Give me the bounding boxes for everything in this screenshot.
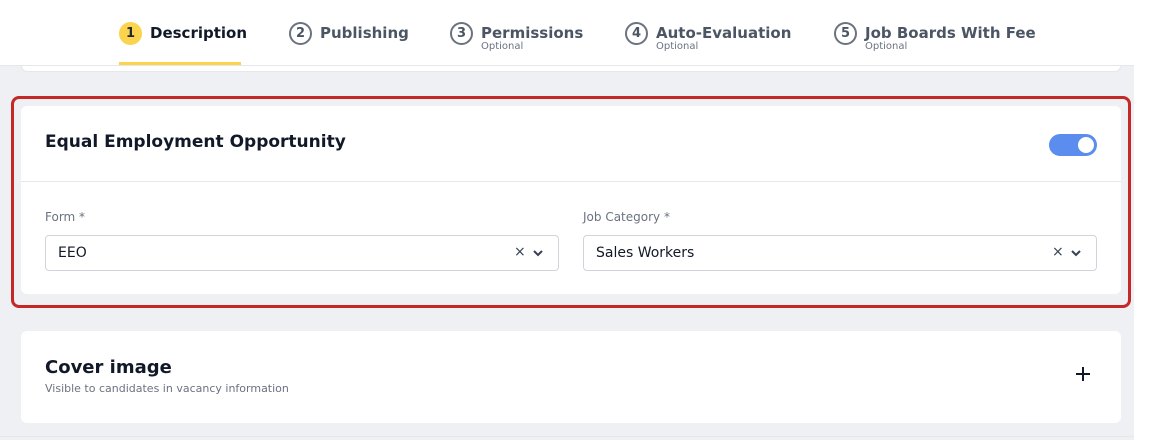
step-number: 1 — [119, 22, 142, 45]
step-permissions[interactable]: 3 Permissions Optional — [450, 22, 583, 52]
divider — [0, 436, 1134, 437]
step-description[interactable]: 1 Description — [119, 22, 247, 45]
step-optional-label: Optional — [656, 41, 699, 52]
cover-image-subtitle: Visible to candidates in vacancy informa… — [45, 382, 289, 395]
step-number: 4 — [625, 22, 648, 45]
step-optional-label: Optional — [481, 41, 524, 52]
right-gutter — [1134, 0, 1176, 440]
step-job-boards-with-fee[interactable]: 5 Job Boards With Fee Optional — [834, 22, 1036, 52]
step-number: 3 — [450, 22, 473, 45]
step-label: Publishing — [320, 24, 409, 42]
step-auto-evaluation[interactable]: 4 Auto-Evaluation Optional — [625, 22, 791, 52]
step-number: 2 — [289, 22, 312, 45]
cover-image-title: Cover image — [45, 357, 172, 378]
step-number: 5 — [834, 22, 857, 45]
step-optional-label: Optional — [865, 41, 908, 52]
cover-image-card[interactable]: Cover image Visible to candidates in vac… — [21, 331, 1121, 423]
highlight-frame — [11, 96, 1131, 308]
plus-icon[interactable] — [1074, 365, 1092, 383]
active-step-underline — [119, 62, 241, 65]
step-label: Description — [150, 24, 248, 42]
step-publishing[interactable]: 2 Publishing — [289, 22, 409, 45]
wizard-stepper: 1 Description 2 Publishing 3 Permissions… — [0, 0, 1134, 66]
